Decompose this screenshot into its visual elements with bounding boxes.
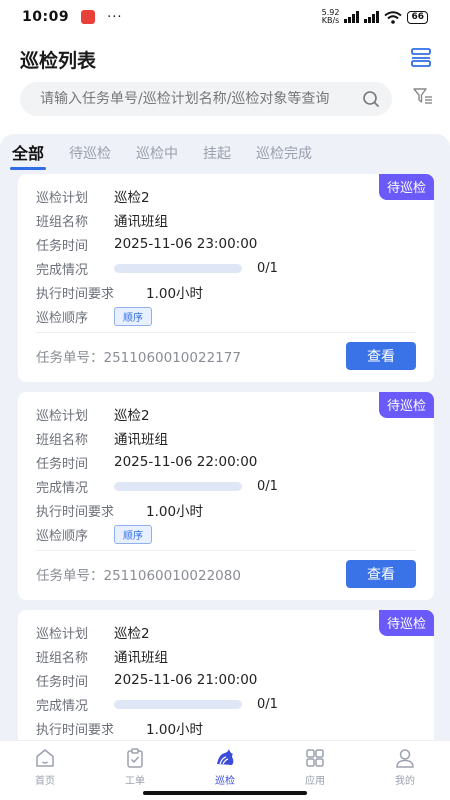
team-value: 通讯班组	[114, 432, 168, 448]
status-tabs: 全部 待巡检 巡检中 挂起 巡检完成	[0, 134, 450, 174]
progress-label: 完成情况	[36, 262, 89, 278]
task-number: 任务单号：2511060010022177	[36, 350, 241, 366]
order-label: 巡检顺序	[36, 528, 89, 544]
time-label: 任务时间	[36, 238, 89, 254]
status-badge: 待巡检	[378, 174, 434, 200]
team-label: 班组名称	[36, 432, 89, 448]
tab-suspended[interactable]: 挂起	[203, 134, 231, 174]
progress-label: 完成情况	[36, 698, 89, 714]
nav-profile[interactable]: 我的	[360, 741, 450, 800]
team-label: 班组名称	[36, 650, 89, 666]
progress-text: 0/1	[257, 260, 278, 276]
progress-bar	[114, 699, 242, 709]
required-label: 执行时间要求	[36, 286, 115, 302]
task-card[interactable]: 待巡检 巡检计划 巡检2 班组名称 通讯班组 任务时间 2025-11-06 22:0…	[18, 392, 434, 600]
profile-icon	[396, 749, 414, 768]
filter-icon[interactable]	[412, 86, 434, 108]
status-time: 10:09	[22, 9, 70, 25]
task-list: 待巡检 巡检计划 巡检2 班组名称 通讯班组 任务时间 2025-11-06 23:0…	[18, 174, 434, 740]
main-content: 全部 待巡检 巡检中 挂起 巡检完成 待巡检 巡检计划 巡检2 班组名称 通讯班组 …	[0, 134, 450, 740]
status-badge: 待巡检	[378, 610, 434, 636]
time-value: 2025-11-06 23:00:00	[114, 236, 258, 252]
status-bar: 10:09 ··· 5.92 KB/s 66	[0, 0, 450, 34]
team-label: 班组名称	[36, 214, 89, 230]
tab-all[interactable]: 全部	[9, 134, 47, 174]
required-value: 1.00小时	[146, 722, 204, 738]
status-badge: 待巡检	[378, 392, 434, 418]
plan-label: 巡检计划	[36, 408, 89, 424]
plan-value: 巡检2	[114, 408, 150, 424]
required-value: 1.00小时	[146, 504, 204, 520]
time-value: 2025-11-06 22:00:00	[114, 454, 258, 470]
order-tag: 顺序	[114, 306, 152, 326]
network-speed: 5.92 KB/s	[321, 8, 340, 25]
header: 巡检列表	[0, 34, 450, 80]
tab-in-progress[interactable]: 巡检中	[136, 134, 178, 174]
view-button[interactable]: 查看	[346, 342, 416, 370]
plan-value: 巡检2	[114, 190, 150, 206]
tab-completed[interactable]: 巡检完成	[256, 134, 312, 174]
progress-bar	[114, 481, 242, 491]
time-label: 任务时间	[36, 674, 89, 690]
progress-label: 完成情况	[36, 480, 89, 496]
progress-text: 0/1	[257, 478, 278, 494]
required-label: 执行时间要求	[36, 504, 115, 520]
home-icon	[36, 749, 54, 767]
inspection-icon	[217, 749, 234, 765]
plan-value: 巡检2	[114, 626, 150, 642]
divider	[36, 332, 416, 333]
apps-icon	[306, 749, 324, 767]
search-row	[0, 82, 450, 116]
page-title: 巡检列表	[20, 50, 97, 72]
search-input[interactable]	[40, 91, 356, 107]
view-button[interactable]: 查看	[346, 560, 416, 588]
team-value: 通讯班组	[114, 650, 168, 666]
nav-home[interactable]: 首页	[0, 741, 90, 800]
search-box	[20, 82, 392, 116]
task-number: 任务单号：2511060010022080	[36, 568, 241, 584]
more-notifications-icon: ···	[107, 9, 123, 25]
required-value: 1.00小时	[146, 286, 204, 302]
required-label: 执行时间要求	[36, 722, 115, 738]
tab-pending[interactable]: 待巡检	[69, 134, 111, 174]
home-indicator	[143, 791, 307, 795]
time-label: 任务时间	[36, 456, 89, 472]
signal-icon-2	[364, 11, 380, 23]
task-card[interactable]: 待巡检 巡检计划 巡检2 班组名称 通讯班组 任务时间 2025-11-06 21:0…	[18, 610, 434, 740]
signal-icon	[344, 11, 360, 23]
wifi-icon	[384, 10, 403, 24]
time-value: 2025-11-06 21:00:00	[114, 672, 258, 688]
progress-bar	[114, 263, 242, 273]
plan-label: 巡检计划	[36, 626, 89, 642]
list-menu-icon[interactable]	[410, 46, 432, 68]
plan-label: 巡检计划	[36, 190, 89, 206]
order-label: 巡检顺序	[36, 310, 89, 326]
team-value: 通讯班组	[114, 214, 168, 230]
work-order-icon	[127, 748, 143, 768]
order-tag: 顺序	[114, 524, 152, 544]
divider	[36, 550, 416, 551]
status-right: 5.92 KB/s 66	[322, 9, 428, 25]
notification-app-icon	[81, 10, 96, 24]
progress-text: 0/1	[257, 696, 278, 712]
search-icon[interactable]	[362, 90, 380, 108]
battery-icon: 66	[407, 10, 428, 24]
task-card[interactable]: 待巡检 巡检计划 巡检2 班组名称 通讯班组 任务时间 2025-11-06 23:0…	[18, 174, 434, 382]
